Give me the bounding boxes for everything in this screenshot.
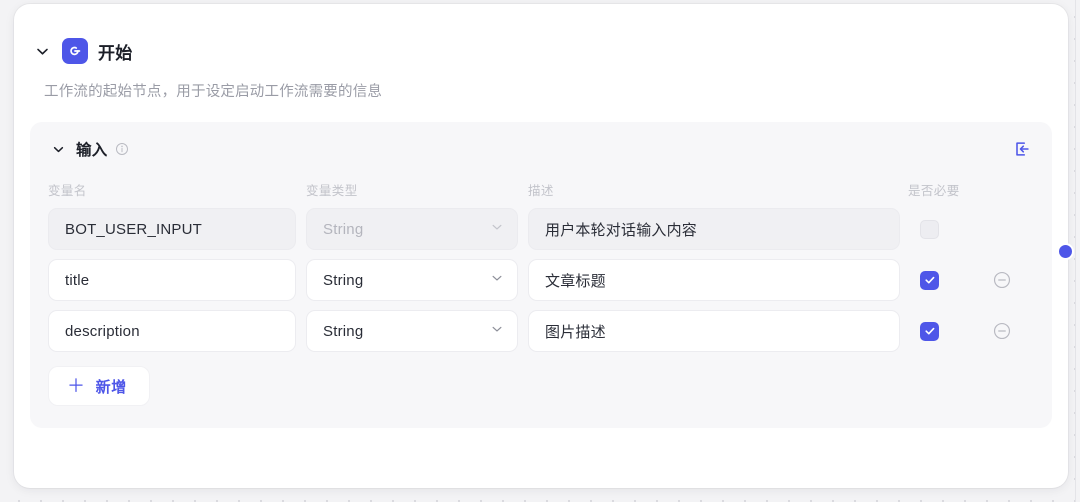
table-row: title String 文章标题 [44, 259, 1038, 301]
row-action-cell [982, 320, 1022, 342]
variable-name-input[interactable]: title [48, 259, 296, 301]
node-header: 开始 [14, 4, 1068, 66]
table-row: BOT_USER_INPUT String 用户本轮对话输入内容 [44, 208, 1038, 250]
panel-collapse-chevron-down-icon[interactable] [48, 139, 68, 159]
node-description: 工作流的起始节点，用于设定启动工作流需要的信息 [44, 84, 383, 100]
chevron-down-icon [490, 271, 504, 289]
variable-description-input[interactable]: 文章标题 [528, 259, 900, 301]
start-power-icon [62, 38, 88, 64]
import-arrow-icon[interactable] [1010, 137, 1034, 161]
required-checkbox[interactable] [920, 270, 939, 290]
input-panel-header: 输入 [44, 136, 1038, 162]
column-header-description: 描述 [528, 184, 554, 198]
connection-line [1075, 0, 1076, 502]
required-checkbox[interactable] [920, 321, 939, 341]
variable-description-input: 用户本轮对话输入内容 [528, 208, 900, 250]
check-icon [924, 276, 934, 284]
variable-type-select[interactable]: String [306, 259, 518, 301]
column-header-required: 是否必要 [908, 184, 960, 198]
minus-circle-icon[interactable] [991, 269, 1013, 291]
table-row: description String 图片描述 [44, 310, 1038, 352]
node-collapse-chevron-down-icon[interactable] [32, 41, 52, 61]
required-cell [900, 321, 982, 341]
info-circle-icon[interactable] [115, 142, 130, 157]
add-variable-button[interactable]: ＋ 新增 [48, 366, 150, 406]
variable-name-input: BOT_USER_INPUT [48, 208, 296, 250]
add-variable-label: 新增 [95, 378, 127, 396]
variable-type-select: String [306, 208, 518, 250]
workflow-canvas: 开始 工作流的起始节点，用于设定启动工作流需要的信息 输入 变量名 变量类型 描… [0, 0, 1080, 502]
node-title: 开始 [98, 43, 133, 63]
variable-type-select[interactable]: String [306, 310, 518, 352]
required-cell [900, 219, 982, 239]
minus-circle-icon[interactable] [991, 320, 1013, 342]
add-row-container: ＋ 新增 [44, 366, 1038, 406]
chevron-down-icon [490, 322, 504, 340]
row-action-cell [982, 269, 1022, 291]
table-column-headers: 变量名 变量类型 描述 是否必要 [44, 180, 1038, 199]
column-header-type: 变量类型 [306, 184, 358, 198]
variable-type-value: String [323, 220, 364, 238]
output-connection-port[interactable] [1057, 243, 1074, 260]
start-node-card: 开始 工作流的起始节点，用于设定启动工作流需要的信息 输入 变量名 变量类型 描… [14, 4, 1068, 488]
plus-icon: ＋ [67, 375, 86, 396]
variable-description-input[interactable]: 图片描述 [528, 310, 900, 352]
variable-type-value: String [323, 271, 364, 289]
variable-type-value: String [323, 322, 364, 340]
input-panel: 输入 变量名 变量类型 描述 是否必要 BOT_USER_INPUT Strin… [30, 122, 1052, 428]
column-header-name: 变量名 [48, 184, 87, 198]
required-checkbox [920, 219, 939, 239]
check-icon [924, 327, 934, 335]
variable-name-input[interactable]: description [48, 310, 296, 352]
input-panel-title: 输入 [76, 142, 108, 159]
required-cell [900, 270, 982, 290]
chevron-down-icon [490, 220, 504, 238]
